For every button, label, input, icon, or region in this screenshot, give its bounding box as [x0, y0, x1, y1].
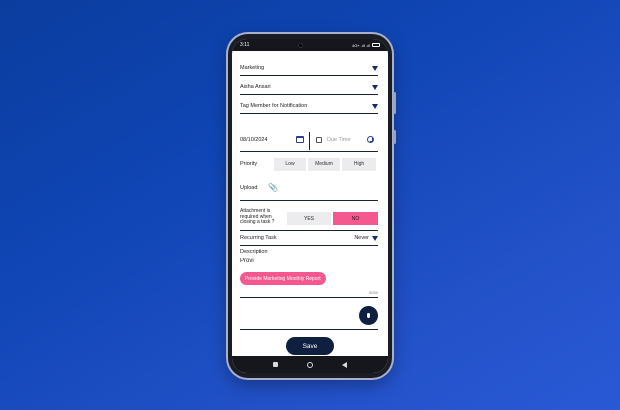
recurring-task-dropdown[interactable]: Recurring Task Never	[240, 231, 378, 246]
paperclip-icon[interactable]: 📎	[268, 183, 278, 192]
clock-icon[interactable]	[367, 136, 374, 143]
home-icon[interactable]	[306, 361, 313, 368]
divider	[240, 329, 378, 330]
battery-icon	[372, 43, 380, 47]
attachment-required-row: Attachment is required when closing a ta…	[240, 207, 378, 231]
date-time-row: 08/10/2024 Due Time	[240, 130, 378, 152]
back-icon[interactable]	[342, 361, 348, 368]
recurring-label: Recurring Task	[240, 235, 277, 241]
phone-screen: 3:11 4G+ .ıll .ıll Marketing Aisha Ansar…	[232, 39, 388, 373]
android-nav-bar	[232, 356, 388, 373]
tag-member-placeholder: Tag Member for Notification	[240, 103, 308, 109]
status-icons: 4G+ .ıll .ıll	[352, 43, 380, 48]
status-time: 3:11	[240, 42, 250, 48]
recent-apps-icon[interactable]	[272, 362, 278, 367]
dropdown-triangle-icon	[372, 235, 378, 241]
priority-row: Priority Low Medium High	[240, 155, 378, 173]
power-button	[393, 130, 396, 144]
mic-icon	[367, 313, 370, 318]
dropdown-triangle-icon	[372, 103, 378, 109]
divider	[240, 297, 378, 298]
attachment-required-label: Attachment is required when closing a ta…	[240, 208, 275, 225]
phone-frame: 3:11 4G+ .ıll .ıll Marketing Aisha Ansar…	[228, 34, 396, 378]
dropdown-triangle-icon	[372, 84, 378, 90]
assignee-value: Aisha Ansari	[240, 84, 271, 90]
due-time-field[interactable]: Due Time	[327, 137, 351, 143]
upload-label: Upload	[240, 185, 258, 191]
description-input[interactable]	[240, 258, 340, 264]
attachment-yes-button[interactable]: YES	[287, 212, 331, 225]
volume-button	[393, 92, 396, 114]
char-counter: 5/200	[369, 291, 378, 295]
category-dropdown[interactable]: Marketing	[240, 61, 378, 76]
priority-low-button[interactable]: Low	[274, 157, 306, 171]
recurring-value: Never	[354, 235, 369, 241]
task-form: Marketing Aisha Ansari Tag Member for No…	[232, 51, 388, 356]
priority-high-button[interactable]: High	[342, 157, 376, 171]
priority-label: Priority	[240, 161, 258, 167]
upload-row: Upload 📎	[240, 177, 378, 201]
attachment-no-button[interactable]: NO	[333, 212, 378, 225]
category-value: Marketing	[240, 65, 265, 71]
assignee-dropdown[interactable]: Aisha Ansari	[240, 80, 378, 95]
calendar-icon[interactable]	[296, 136, 304, 143]
date-field[interactable]: 08/10/2024	[240, 137, 268, 143]
tag-member-dropdown[interactable]: Tag Member for Notification	[240, 99, 378, 114]
dropdown-triangle-icon	[372, 65, 378, 71]
description-label: Description	[240, 249, 268, 255]
due-time-checkbox[interactable]	[316, 137, 322, 143]
status-bar: 3:11 4G+ .ıll .ıll	[232, 39, 388, 51]
divider	[309, 132, 310, 150]
front-camera	[298, 42, 304, 48]
save-button[interactable]: Save	[286, 337, 334, 355]
suggestion-chip[interactable]: Provide Marketing Monthly Report	[240, 272, 326, 285]
network-indicator: 4G+ .ıll .ıll	[352, 42, 370, 48]
priority-medium-button[interactable]: Medium	[308, 157, 340, 171]
mic-button[interactable]	[359, 306, 378, 325]
